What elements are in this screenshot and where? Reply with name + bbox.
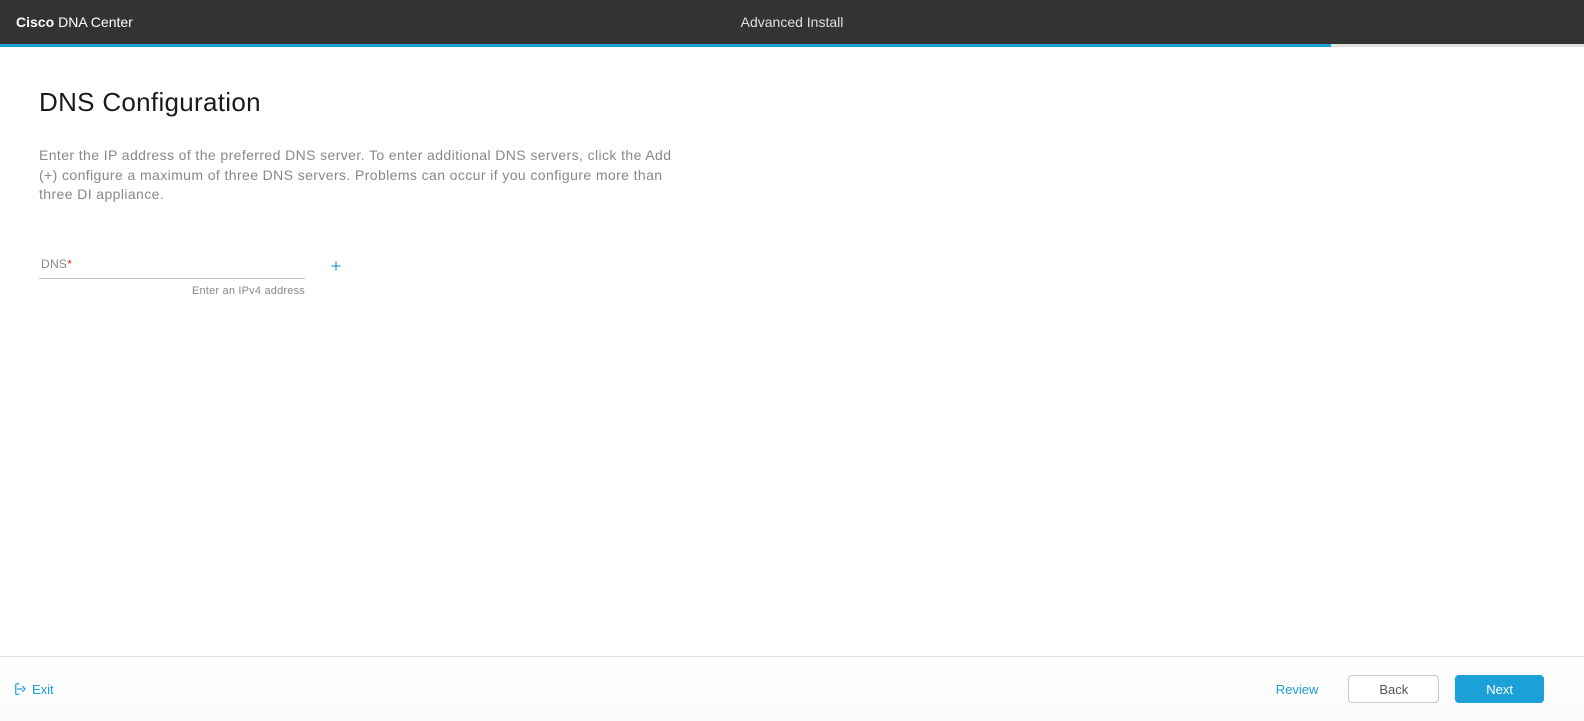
page-title: DNS Configuration [39,87,1584,118]
review-link[interactable]: Review [1276,682,1319,697]
footer: Exit Review Back Next [0,656,1584,721]
exit-icon [14,682,28,696]
exit-link[interactable]: Exit [14,682,54,697]
progress-fill [0,44,1331,47]
brand-cisco: Cisco [16,14,54,30]
plus-icon [329,259,343,273]
main-content: DNS Configuration Enter the IP address o… [0,47,1584,297]
next-button[interactable]: Next [1455,675,1544,703]
progress-bar [0,44,1584,47]
form-area: DNS* Enter an IPv4 address [39,255,1584,297]
exit-label: Exit [32,682,54,697]
dns-input[interactable] [39,255,305,279]
app-header: Cisco DNA Center Advanced Install [0,0,1584,44]
dns-field-wrapper: DNS* Enter an IPv4 address [39,255,305,297]
footer-buttons: Back Next [1348,675,1544,703]
brand: Cisco DNA Center [16,14,133,30]
header-title: Advanced Install [741,14,844,30]
add-dns-button[interactable] [327,257,345,275]
dns-helper-text: Enter an IPv4 address [39,285,305,297]
footer-right: Review Back Next [1276,675,1544,703]
back-button[interactable]: Back [1348,675,1439,703]
page-description: Enter the IP address of the preferred DN… [39,146,679,205]
brand-product: DNA Center [58,14,133,30]
